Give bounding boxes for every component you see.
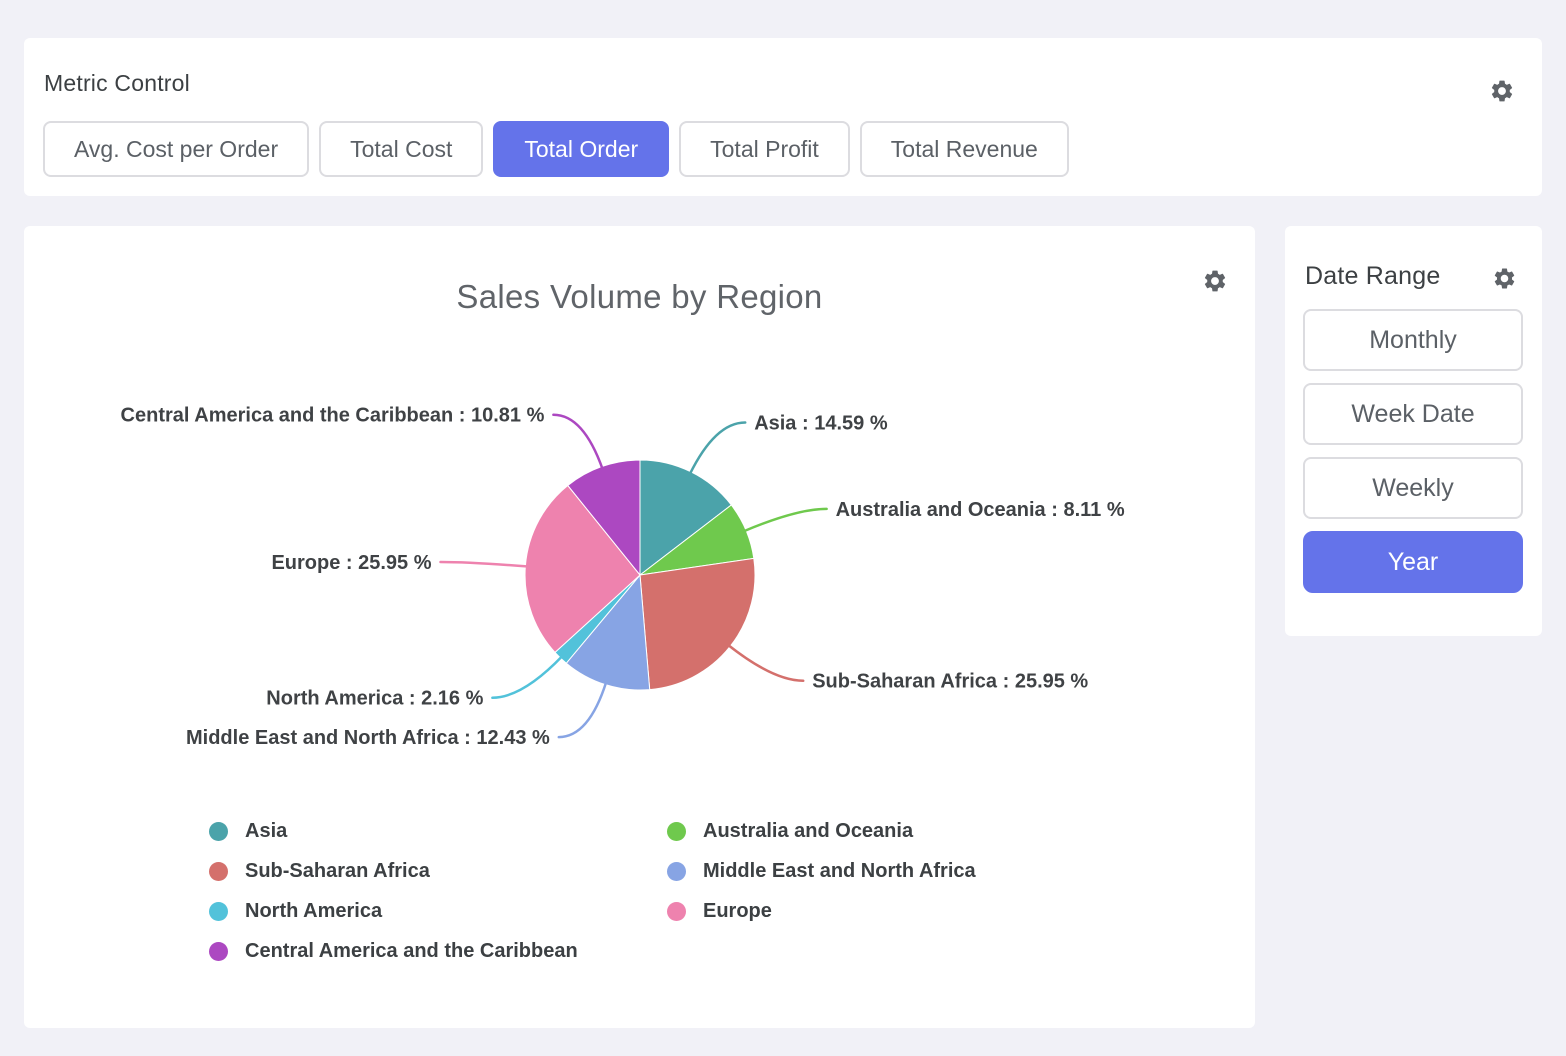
- metric-control-title: Metric Control: [44, 70, 190, 97]
- legend-label: Central America and the Caribbean: [245, 940, 578, 963]
- legend-dot-icon: [667, 822, 686, 841]
- pie-chart: Asia : 14.59 % Australia and Oceania : 8.…: [24, 340, 1255, 810]
- slice-label-north-america: North America : 2.16 %: [266, 688, 483, 710]
- date-range-panel: Date Range Monthly Week Date Weekly Year: [1285, 226, 1542, 636]
- chart-legend: Asia Australia and Oceania Sub-Saharan Afr…: [209, 820, 976, 963]
- date-button-year[interactable]: Year: [1303, 531, 1523, 593]
- legend-item-australia-and-oceania[interactable]: Australia and Oceania: [667, 820, 976, 843]
- date-button-monthly[interactable]: Monthly: [1303, 309, 1523, 371]
- date-range-button-group: Monthly Week Date Weekly Year: [1303, 309, 1523, 593]
- legend-label: Australia and Oceania: [703, 820, 913, 843]
- legend-item-central-america-and-the-caribbean[interactable]: Central America and the Caribbean: [209, 940, 667, 963]
- label-line-sub-saharan-africa: [728, 645, 804, 681]
- legend-item-sub-saharan-africa[interactable]: Sub-Saharan Africa: [209, 860, 667, 883]
- legend-label: Asia: [245, 820, 287, 843]
- settings-gear-icon[interactable]: [1489, 78, 1515, 104]
- label-line-europe: [441, 562, 529, 567]
- legend-label: Middle East and North Africa: [703, 860, 976, 883]
- legend-item-asia[interactable]: Asia: [209, 820, 667, 843]
- legend-label: North America: [245, 900, 382, 923]
- legend-dot-icon: [667, 862, 686, 881]
- legend-dot-icon: [667, 902, 686, 921]
- legend-dot-icon: [209, 902, 228, 921]
- legend-dot-icon: [209, 942, 228, 961]
- metric-button-group: Avg. Cost per OrderTotal CostTotal Order…: [43, 121, 1069, 177]
- label-line-asia: [690, 423, 746, 475]
- slice-label-europe: Europe : 25.95 %: [271, 552, 431, 574]
- metric-button-total-profit[interactable]: Total Profit: [679, 121, 850, 177]
- settings-gear-icon[interactable]: [1202, 268, 1228, 294]
- legend-item-north-america[interactable]: North America: [209, 900, 667, 923]
- label-line-north-america: [492, 656, 562, 698]
- legend-dot-icon: [209, 862, 228, 881]
- settings-gear-icon[interactable]: [1492, 266, 1517, 291]
- slice-label-middle-east-and-north-africa: Middle East and North Africa : 12.43 %: [186, 727, 550, 749]
- sales-volume-chart-panel: Sales Volume by Region Asia : 14.59 % Aus…: [24, 226, 1255, 1028]
- date-button-week-date[interactable]: Week Date: [1303, 383, 1523, 445]
- legend-item-europe[interactable]: Europe: [667, 900, 976, 923]
- legend-label: Europe: [703, 900, 772, 923]
- chart-title: Sales Volume by Region: [24, 278, 1255, 316]
- slice-label-australia-and-oceania: Australia and Oceania : 8.11 %: [836, 499, 1125, 521]
- label-line-middle-east-and-north-africa: [559, 682, 607, 737]
- date-button-weekly[interactable]: Weekly: [1303, 457, 1523, 519]
- label-line-australia-and-oceania: [743, 509, 826, 532]
- metric-control-panel: Metric Control Avg. Cost per OrderTotal …: [24, 38, 1542, 196]
- pie-slice-sub-saharan-africa[interactable]: [640, 558, 755, 689]
- label-line-central-america-and-the-caribbean: [553, 415, 602, 470]
- slice-label-central-america-and-the-caribbean: Central America and the Caribbean : 10.8…: [121, 405, 545, 427]
- date-range-title: Date Range: [1305, 262, 1440, 291]
- slice-label-sub-saharan-africa: Sub-Saharan Africa : 25.95 %: [812, 671, 1088, 693]
- metric-button-total-revenue[interactable]: Total Revenue: [860, 121, 1069, 177]
- slice-label-asia: Asia : 14.59 %: [754, 413, 888, 435]
- metric-button-avg-cost-per-order[interactable]: Avg. Cost per Order: [43, 121, 309, 177]
- legend-dot-icon: [209, 822, 228, 841]
- legend-item-middle-east-and-north-africa[interactable]: Middle East and North Africa: [667, 860, 976, 883]
- legend-label: Sub-Saharan Africa: [245, 860, 430, 883]
- metric-button-total-order[interactable]: Total Order: [493, 121, 669, 177]
- metric-button-total-cost[interactable]: Total Cost: [319, 121, 483, 177]
